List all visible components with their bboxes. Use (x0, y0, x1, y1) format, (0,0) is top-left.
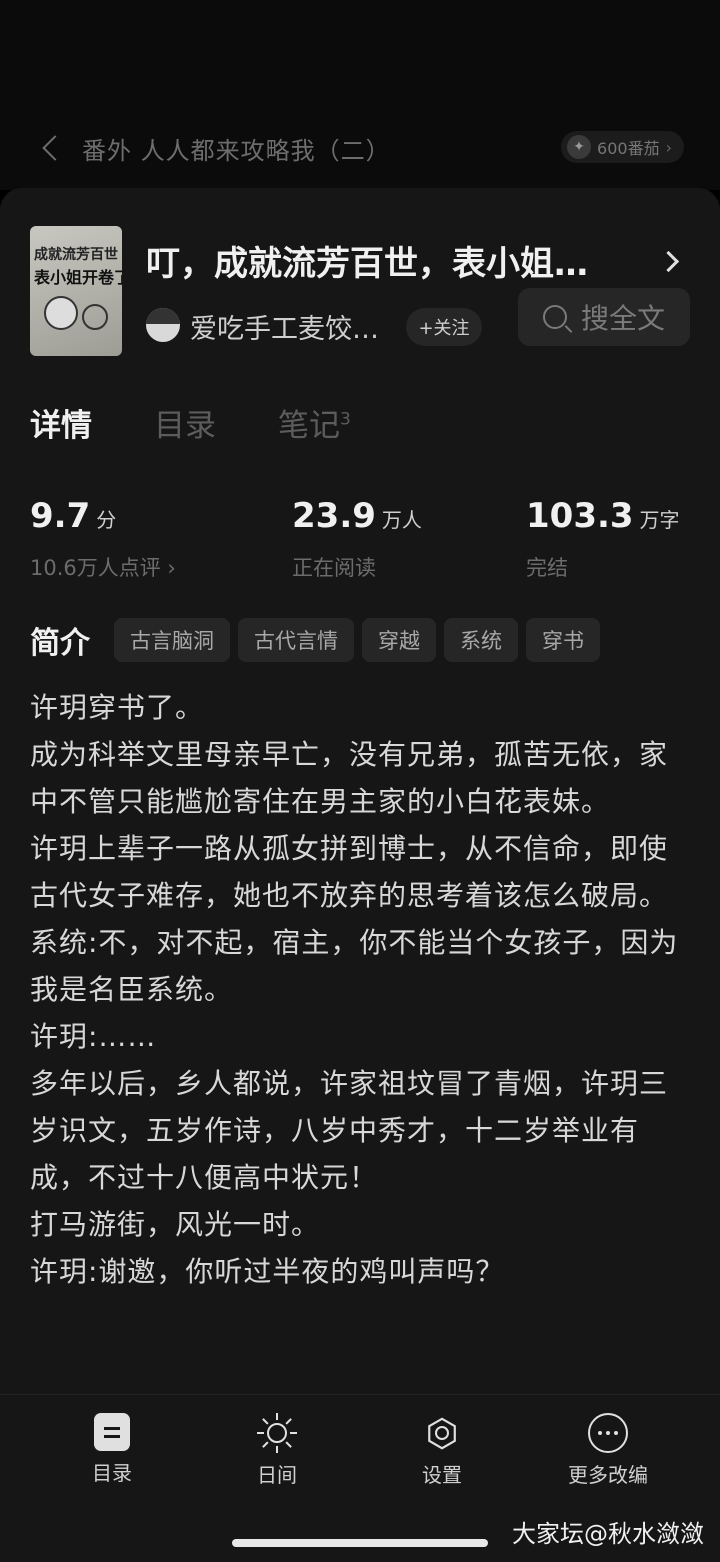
rating-count[interactable]: 10.6万人点评 › (30, 552, 176, 582)
rating-stat[interactable]: 9.7 分 10.6万人点评 › (30, 496, 176, 580)
tag-chip[interactable]: 穿越 (362, 618, 436, 662)
intro-heading: 简介 (30, 626, 90, 661)
synopsis-paragraph: 系统:不，对不起，宿主，你不能当个女孩子，因为我是名臣系统。 (30, 926, 679, 1006)
synopsis-paragraph: 成为科举文里母亲早亡，没有兄弟，孤苦无依，家中不管只能尴尬寄住在男主家的小白花表… (30, 738, 669, 818)
toc-icon (94, 1413, 130, 1451)
back-chevron-icon[interactable] (42, 135, 68, 161)
cover-figure (82, 304, 108, 330)
synopsis-paragraph: 许玥上辈子一路从孤女拼到博士，从不信命，即使古代女子难存，她也不放弃的思考着该怎… (30, 832, 669, 912)
readers-stat: 23.9 万人 正在阅读 (292, 496, 422, 580)
book-detail-sheet: 成就流芳百世 表小姐开卷了 叮，成就流芳百世，表小姐… 爱吃手工麦饺… +关注 … (0, 188, 720, 1394)
sun-icon (257, 1413, 297, 1453)
nav-label: 日间 (257, 1463, 297, 1487)
coin-icon: ✦ (567, 135, 592, 159)
watermark: 大家坛@秋水潋潋 (512, 1520, 704, 1548)
author-avatar[interactable] (146, 308, 180, 342)
settings-icon-center (435, 1426, 449, 1440)
wordcount-unit: 万字 (639, 508, 680, 532)
synopsis-paragraph: 许玥:谢邀，你听过半夜的鸡叫声吗？ (30, 1255, 505, 1288)
rating-unit: 分 (96, 508, 117, 532)
nav-item-toc[interactable]: 目录 (52, 1413, 172, 1486)
coins-label: 600番茄 (597, 139, 660, 158)
chapter-back-link[interactable]: 番外 人人都来攻略我（二） (38, 128, 391, 168)
readers-label: 正在阅读 (292, 556, 376, 580)
notes-count-badge: 3 (340, 409, 351, 430)
cover-figure (44, 296, 78, 330)
tag-chip[interactable]: 古言脑洞 (114, 618, 230, 662)
nav-label: 更多改编 (568, 1463, 648, 1487)
synopsis-paragraph: 打马游街，风光一时。 (30, 1208, 321, 1241)
nav-label: 目录 (92, 1461, 132, 1485)
tag-list: 古言脑洞 古代言情 穿越 系统 穿书 (114, 618, 608, 662)
book-cover[interactable]: 成就流芳百世 表小姐开卷了 (30, 226, 122, 356)
nav-item-more[interactable]: 更多改编 (548, 1413, 668, 1488)
tag-chip[interactable]: 穿书 (526, 618, 600, 662)
settings-icon: ⬡ (425, 1411, 459, 1455)
chevron-right-icon: › (665, 137, 672, 157)
tab-toc[interactable]: 目录 (154, 400, 216, 445)
tab-details[interactable]: 详情 (30, 400, 92, 445)
cover-text-line2: 表小姐开卷了 (34, 268, 122, 287)
tab-notes-label: 笔记 (278, 408, 340, 444)
rating-value: 9.7 (30, 496, 91, 536)
wordcount-value: 103.3 (526, 496, 634, 536)
synopsis-paragraph: 许玥穿书了。 (30, 691, 205, 724)
avatar-hair (146, 308, 180, 324)
tag-chip[interactable]: 古代言情 (238, 618, 354, 662)
follow-button[interactable]: +关注 (406, 308, 482, 346)
more-icon (588, 1413, 628, 1453)
status-label: 完结 (526, 556, 568, 580)
readers-unit: 万人 (381, 508, 422, 532)
cover-text-line1: 成就流芳百世 (34, 247, 118, 263)
search-icon (542, 305, 567, 329)
synopsis-paragraph: 多年以后，乡人都说，许家祖坟冒了青烟，许玥三岁识文，五岁作诗，八岁中秀才，十二岁… (30, 1067, 669, 1194)
synopsis: 许玥穿书了。 成为科举文里母亲早亡，没有兄弟，孤苦无依，家中不管只能尴尬寄住在男… (30, 684, 694, 1295)
author-name[interactable]: 爱吃手工麦饺… (190, 307, 379, 346)
synopsis-paragraph: 许玥:…… (30, 1020, 157, 1053)
detail-tabs: 详情 目录 笔记3 (30, 400, 413, 445)
readers-value: 23.9 (292, 496, 376, 536)
chapter-title[interactable]: 番外 人人都来攻略我（二） (82, 131, 391, 166)
tag-chip[interactable]: 系统 (444, 618, 518, 662)
nav-item-daymode[interactable]: 日间 (217, 1413, 337, 1488)
top-bar: 番外 人人都来攻略我（二） ✦ 600番茄 › (0, 0, 720, 190)
tab-notes[interactable]: 笔记3 (278, 400, 351, 445)
search-label: 搜全文 (580, 302, 665, 335)
wordcount-stat: 103.3 万字 完结 (526, 496, 680, 580)
coins-button[interactable]: ✦ 600番茄 › (561, 131, 684, 163)
book-title[interactable]: 叮，成就流芳百世，表小姐… (146, 236, 666, 285)
search-full-text-button[interactable]: 搜全文 (518, 288, 690, 346)
home-indicator[interactable] (232, 1539, 488, 1547)
nav-label: 设置 (422, 1463, 462, 1487)
nav-item-settings[interactable]: ⬡ 设置 (382, 1413, 502, 1488)
